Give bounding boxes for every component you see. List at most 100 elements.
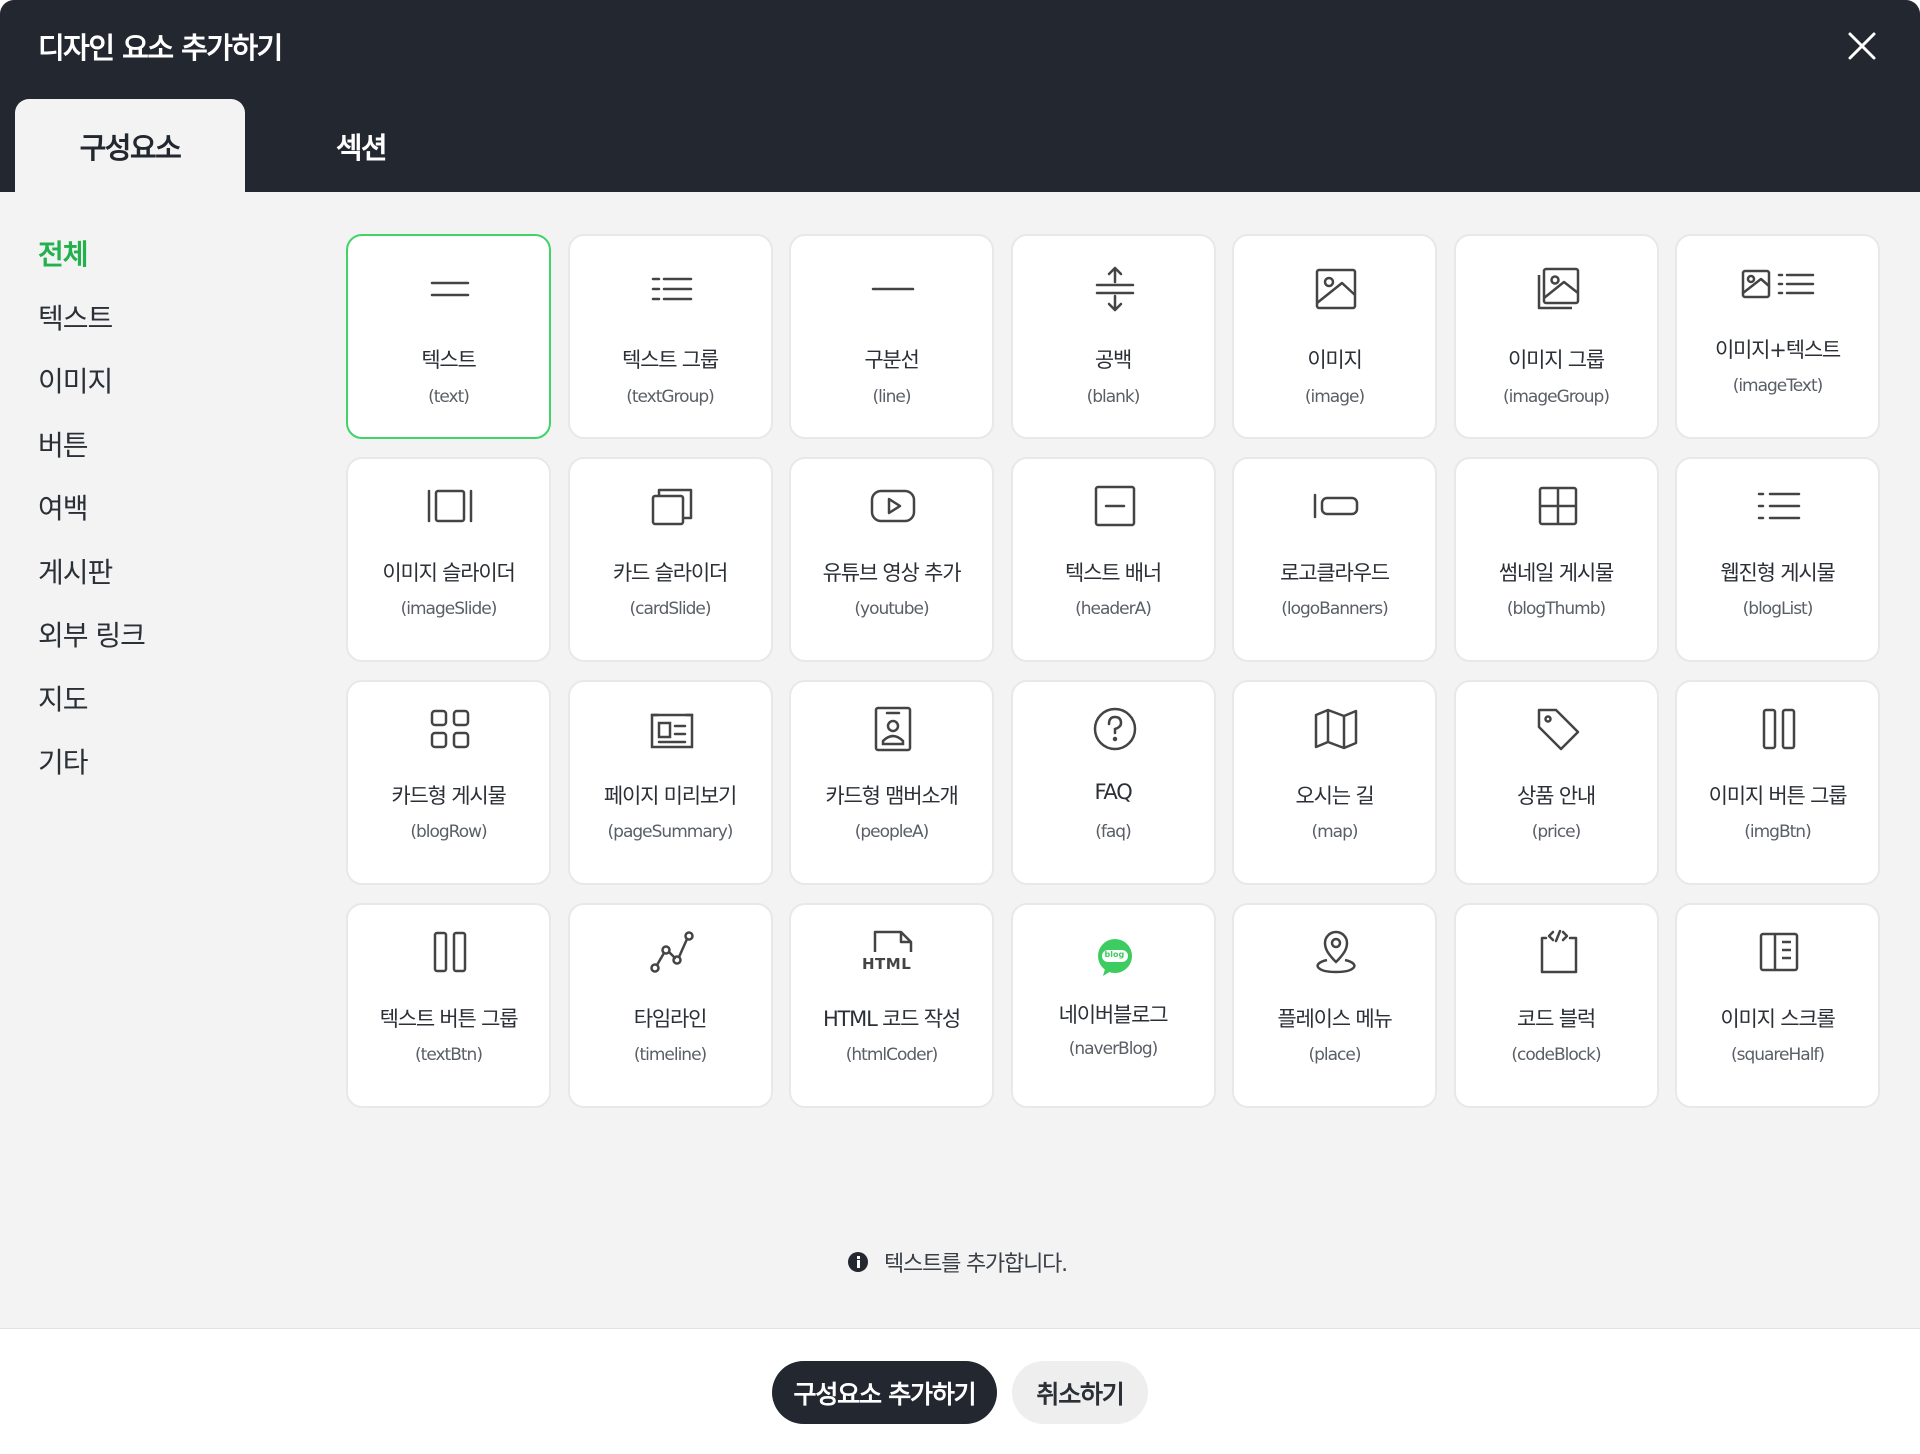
component-card-faq[interactable]: FAQ (faq) [1010, 680, 1216, 885]
component-name: 페이지 미리보기 [603, 784, 738, 808]
component-card-naver-blog[interactable]: blog 네이버블로그 (naverBlog) [1010, 903, 1216, 1108]
timeline-icon [645, 925, 699, 979]
html-icon: HTML [862, 925, 920, 979]
component-card-map[interactable]: 오시는 길 (map) [1232, 680, 1437, 885]
component-name: 이미지 그룹 [1507, 348, 1605, 372]
component-card-text[interactable]: 텍스트 (text) [346, 234, 551, 439]
component-card-image-button-group[interactable]: 이미지 버튼 그룹 (imgBtn) [1675, 680, 1880, 885]
component-name: 텍스트 버튼 그룹 [379, 1007, 519, 1031]
sidebar-item-text[interactable]: 텍스트 [38, 294, 278, 358]
component-card-timeline[interactable]: 타임라인 (timeline) [567, 903, 773, 1108]
category-sidebar: 전체 텍스트 이미지 버튼 여백 게시판 외부 링크 지도 기타 [38, 230, 278, 802]
sidebar-item-spacing[interactable]: 여백 [38, 484, 278, 548]
html-icon-label: HTML [862, 955, 912, 973]
component-card-logo-cloud[interactable]: 로고클라우드 (logoBanners) [1232, 457, 1437, 662]
image-icon [1309, 262, 1363, 316]
component-name: 썸네일 게시물 [1498, 561, 1614, 585]
card-grid-icon [423, 702, 477, 756]
component-code: (imageGroup) [1503, 387, 1610, 407]
component-name: 구분선 [864, 348, 920, 372]
component-name: 이미지 스크롤 [1720, 1007, 1835, 1031]
component-code: (peopleA) [854, 822, 930, 842]
columns-icon [1752, 702, 1806, 756]
component-card-image-group[interactable]: 이미지 그룹 (imageGroup) [1453, 234, 1659, 439]
component-card-member-card[interactable]: 카드형 맴버소개 (peopleA) [789, 680, 994, 885]
component-code: (imgBtn) [1744, 822, 1811, 842]
logo-cloud-icon [1309, 479, 1363, 533]
columns-icon [423, 925, 477, 979]
sidebar-item-image[interactable]: 이미지 [38, 357, 278, 421]
youtube-icon [866, 479, 920, 533]
sidebar-item-other[interactable]: 기타 [38, 738, 278, 802]
component-card-line[interactable]: 구분선 (line) [789, 234, 994, 439]
component-card-text-banner[interactable]: 텍스트 배너 (headerA) [1010, 457, 1216, 662]
tab-sections[interactable]: 섹션 [246, 99, 476, 192]
component-code: (image) [1304, 387, 1365, 407]
component-card-image[interactable]: 이미지 (image) [1232, 234, 1437, 439]
info-icon [848, 1252, 868, 1272]
component-card-image-text[interactable]: 이미지+텍스트 (imageText) [1675, 234, 1880, 439]
tab-components[interactable]: 구성요소 [15, 99, 245, 192]
sidebar-item-external-link[interactable]: 외부 링크 [38, 611, 278, 675]
component-code: (blogRow) [410, 822, 487, 842]
component-card-webzine-post[interactable]: 웹진형 게시물 (blogList) [1675, 457, 1880, 662]
component-card-card-post[interactable]: 카드형 게시물 (blogRow) [346, 680, 551, 885]
component-name: 로고클라우드 [1280, 561, 1390, 585]
text-banner-icon [1088, 479, 1142, 533]
component-name: 이미지+텍스트 [1714, 338, 1841, 362]
component-card-page-preview[interactable]: 페이지 미리보기 (pageSummary) [567, 680, 773, 885]
component-card-text-button-group[interactable]: 텍스트 버튼 그룹 (textBtn) [346, 903, 551, 1108]
component-name: 타임라인 [633, 1007, 708, 1031]
close-button[interactable] [1838, 22, 1886, 70]
code-block-icon [1531, 925, 1585, 979]
page-preview-icon [645, 702, 699, 756]
component-code: (blogList) [1742, 599, 1814, 619]
sidebar-item-button[interactable]: 버튼 [38, 421, 278, 485]
component-card-text-group[interactable]: 텍스트 그룹 (textGroup) [567, 234, 773, 439]
component-card-price[interactable]: 상품 안내 (price) [1453, 680, 1659, 885]
naver-blog-icon: blog [1088, 933, 1142, 987]
dialog-header: 디자인 요소 추가하기 구성요소 섹션 [0, 0, 1920, 192]
component-name: 웹진형 게시물 [1720, 561, 1835, 585]
text-group-icon [645, 262, 699, 316]
selection-info: 텍스트를 추가합니다. [848, 1246, 1068, 1278]
member-card-icon [866, 702, 920, 756]
component-name: HTML 코드 작성 [822, 1007, 961, 1031]
component-code: (place) [1308, 1045, 1361, 1065]
component-code: (blank) [1086, 387, 1141, 407]
square-half-icon [1752, 925, 1806, 979]
component-name: 카드형 게시물 [391, 784, 506, 808]
sidebar-item-board[interactable]: 게시판 [38, 548, 278, 612]
component-card-image-scroll[interactable]: 이미지 스크롤 (squareHalf) [1675, 903, 1880, 1108]
component-code: (codeBlock) [1511, 1045, 1601, 1065]
component-card-card-slide[interactable]: 카드 슬라이더 (cardSlide) [567, 457, 773, 662]
component-card-code-block[interactable]: 코드 블럭 (codeBlock) [1453, 903, 1659, 1108]
component-card-blank[interactable]: 공백 (blank) [1010, 234, 1216, 439]
cancel-button[interactable]: 취소하기 [1012, 1361, 1148, 1424]
component-name: 카드형 맴버소개 [825, 784, 959, 808]
card-slide-icon [645, 479, 699, 533]
component-name: 오시는 길 [1295, 784, 1375, 808]
sidebar-item-all[interactable]: 전체 [38, 230, 278, 294]
tag-icon [1531, 702, 1585, 756]
component-code: (map) [1311, 822, 1358, 842]
component-code: (textGroup) [626, 387, 715, 407]
component-name: 유튜브 영상 추가 [822, 561, 962, 585]
component-card-html-coder[interactable]: HTML HTML 코드 작성 (htmlCoder) [789, 903, 994, 1108]
question-icon [1088, 702, 1142, 756]
component-name: 텍스트 [421, 348, 477, 372]
component-code: (faq) [1095, 822, 1131, 842]
naver-blog-icon-label: blog [1104, 950, 1125, 959]
component-card-youtube[interactable]: 유튜브 영상 추가 (youtube) [789, 457, 994, 662]
component-card-image-slide[interactable]: 이미지 슬라이더 (imageSlide) [346, 457, 551, 662]
component-code: (price) [1531, 822, 1582, 842]
component-card-thumbnail-post[interactable]: 썸네일 게시물 (blogThumb) [1453, 457, 1659, 662]
component-code: (imageText) [1732, 376, 1824, 396]
component-name: 카드 슬라이더 [612, 561, 728, 585]
map-icon [1309, 702, 1363, 756]
component-card-place-menu[interactable]: 플레이스 메뉴 (place) [1232, 903, 1437, 1108]
component-code: (timeline) [633, 1045, 707, 1065]
blank-icon [1088, 262, 1142, 316]
add-component-button[interactable]: 구성요소 추가하기 [772, 1361, 997, 1424]
sidebar-item-map[interactable]: 지도 [38, 675, 278, 739]
